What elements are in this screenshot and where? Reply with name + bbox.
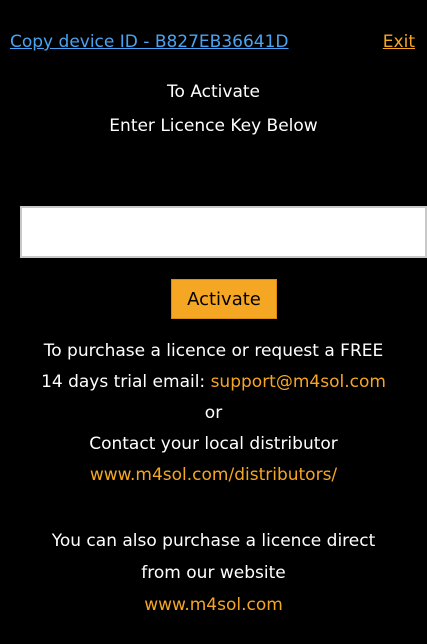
activate-heading: To Activate	[167, 82, 260, 102]
top-bar: Copy device ID - B827EB36641D Exit	[10, 32, 415, 54]
copy-device-id-link[interactable]: Copy device ID - B827EB36641D	[10, 32, 289, 52]
activate-button[interactable]: Activate	[171, 279, 277, 319]
direct-purchase-line2: from our website	[141, 563, 286, 583]
distributor-text: Contact your local distributor	[89, 434, 338, 454]
purchase-info-line2: 14 days trial email: support@m4sol.com	[0, 372, 427, 392]
trial-email-text: 14 days trial email:	[41, 372, 206, 392]
distributor-link[interactable]: www.m4sol.com/distributors/	[0, 465, 427, 485]
enter-key-heading: Enter Licence Key Below	[109, 116, 318, 136]
website-link[interactable]: www.m4sol.com	[0, 595, 427, 615]
or-text: or	[204, 403, 223, 423]
licence-key-input[interactable]	[20, 206, 427, 258]
direct-purchase-line1: You can also purchase a licence direct	[51, 531, 376, 551]
exit-link[interactable]: Exit	[383, 32, 415, 52]
purchase-info-line1: To purchase a licence or request a FREE	[43, 341, 384, 361]
support-email-link[interactable]: support@m4sol.com	[211, 372, 386, 392]
